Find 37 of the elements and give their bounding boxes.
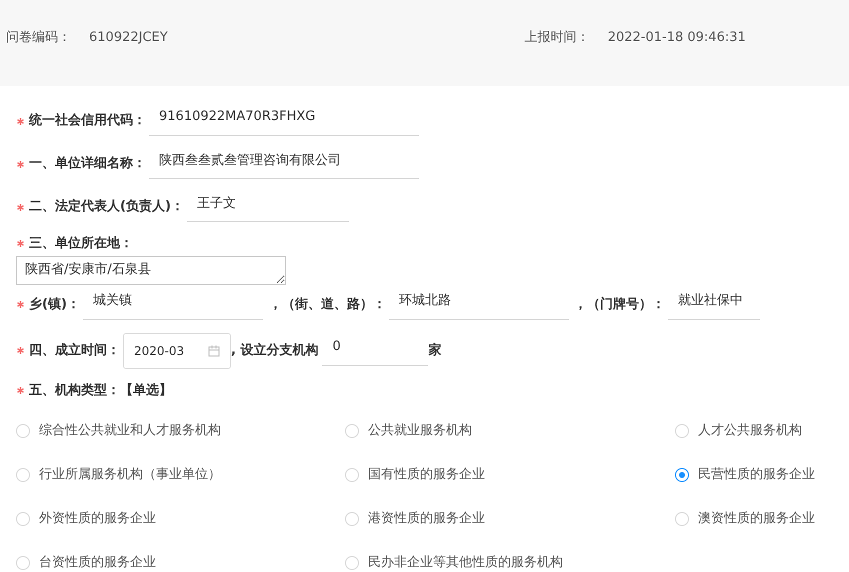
header-value: 610922JCEY bbox=[89, 29, 168, 48]
radio-option[interactable]: 港资性质的服务企业 bbox=[345, 510, 675, 528]
input-field[interactable]: 环城北路 bbox=[388, 290, 569, 320]
radio-option[interactable]: 台资性质的服务企业 bbox=[16, 554, 345, 572]
calendar-icon bbox=[208, 344, 220, 356]
header-value: 2022-01-18 09:46:31 bbox=[608, 29, 746, 48]
input-field[interactable]: 陕西叁叁贰叁管理咨询有限公司 bbox=[149, 149, 419, 179]
radio-option[interactable]: 国有性质的服务企业 bbox=[345, 466, 675, 484]
field-label: 一、单位详细名称： bbox=[29, 154, 146, 174]
field-label: 四、成立时间： bbox=[29, 342, 120, 360]
input-field[interactable]: 王子文 bbox=[186, 192, 349, 222]
radio-option[interactable]: 人才公共服务机构 bbox=[675, 422, 849, 440]
field-label: 统一社会信用代码： bbox=[29, 112, 146, 130]
field-label: 家 bbox=[428, 342, 442, 360]
input-field[interactable]: 0 bbox=[322, 336, 428, 366]
header-label: 问卷编码： bbox=[6, 29, 71, 48]
address-field[interactable]: 陕西省/安康市/石泉县 bbox=[16, 256, 286, 284]
input-field[interactable]: 城关镇 bbox=[82, 290, 263, 320]
radio-option[interactable]: 民办非企业等其他性质的服务机构 bbox=[345, 554, 675, 572]
input-field[interactable]: 就业社保中 bbox=[668, 290, 760, 320]
field-label: 乡(镇)： bbox=[29, 296, 80, 314]
header-label: 上报时间： bbox=[524, 29, 590, 48]
radio-option[interactable]: 民营性质的服务企业 bbox=[675, 466, 849, 484]
radio-option[interactable]: 外资性质的服务企业 bbox=[16, 510, 345, 528]
input-field[interactable]: 91610922MA70R3FHXG bbox=[149, 106, 419, 136]
radio-option[interactable]: 综合性公共就业和人才服务机构 bbox=[16, 422, 345, 440]
radio-option[interactable]: 行业所属服务机构（事业单位） bbox=[16, 466, 345, 484]
date-value: 2020-03 bbox=[134, 342, 184, 360]
radio-option[interactable]: 公共就业服务机构 bbox=[345, 422, 675, 440]
radio-option[interactable]: 澳资性质的服务企业 bbox=[675, 510, 849, 528]
field-label: ，（街、道、路）： bbox=[268, 296, 386, 314]
field-label: 三、单位所在地： bbox=[29, 235, 133, 253]
date-field[interactable]: 2020-03 bbox=[123, 332, 231, 368]
field-label: , 设立分支机构 bbox=[231, 342, 318, 360]
field-label: 五、机构类型：【单选】 bbox=[29, 382, 172, 400]
field-label: ，（门牌号）： bbox=[574, 296, 665, 314]
field-label: 二、法定代表人(负责人)： bbox=[29, 198, 184, 216]
